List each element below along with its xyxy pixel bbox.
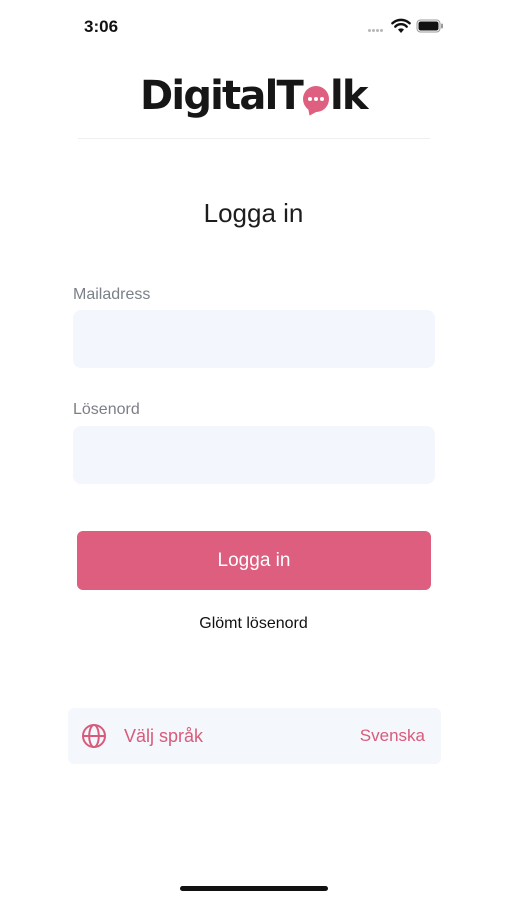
signal-dots-icon xyxy=(368,29,386,33)
logo-text-lk: lk xyxy=(329,73,369,119)
email-label: Mailadress xyxy=(73,286,151,303)
password-label: Lösenord xyxy=(73,401,140,418)
page-title: Logga in xyxy=(203,198,304,228)
logo-text-digital: Digital xyxy=(140,73,278,119)
email-field[interactable] xyxy=(73,310,435,368)
status-time: 3:06 xyxy=(84,17,119,36)
chat-bubble-icon xyxy=(302,86,329,112)
language-label: Välj språk xyxy=(124,726,204,746)
language-selector[interactable]: Välj språk Svenska xyxy=(68,708,441,764)
login-button[interactable]: Logga in xyxy=(77,531,431,590)
header-divider xyxy=(78,138,430,139)
wifi-icon xyxy=(391,18,411,33)
logo-text-t: T xyxy=(276,73,303,119)
globe-icon xyxy=(82,724,106,748)
status-bar: 3:06 xyxy=(0,0,507,52)
password-field[interactable] xyxy=(73,426,435,484)
battery-icon xyxy=(416,19,443,33)
home-indicator[interactable] xyxy=(180,886,328,891)
language-value: Svenska xyxy=(359,726,425,745)
digitaltolk-logo: DigitalT lk xyxy=(140,70,370,122)
forgot-password-link[interactable]: Glömt lösenord xyxy=(0,615,507,633)
